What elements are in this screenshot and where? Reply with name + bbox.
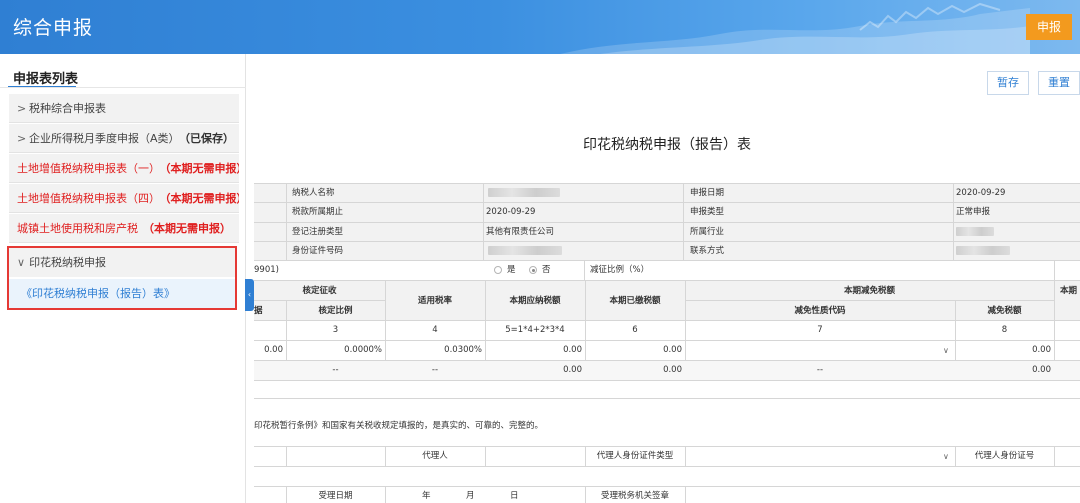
row1-payable: 0.00 — [563, 345, 582, 355]
col-reduction-amount-header: 减免税额 — [987, 306, 1022, 316]
reduction-ratio-label: 减征比例（%） — [590, 265, 650, 275]
row1-basis: 0.00 — [264, 345, 283, 355]
sidebar-item-stamp-tax[interactable]: ∨ 印花税纳税申报 — [9, 248, 235, 277]
reduction-no-radio[interactable] — [529, 266, 537, 274]
main-panel: 暂存 重置 印花税纳税申报（报告）表 纳税人名称 申报日期 2020-09-29… — [254, 54, 1080, 503]
chevron-right-icon: > — [17, 132, 27, 145]
row2-rate: -- — [431, 365, 439, 375]
status-badge: （已保存） — [184, 132, 235, 145]
col-paid-header: 本期已缴税额 — [609, 296, 661, 306]
chevron-down-icon: ∨ — [17, 256, 26, 269]
chevron-down-icon: ∨ — [943, 346, 949, 355]
contact-label: 联系方式 — [690, 246, 725, 256]
reg-type-value: 其他有限责任公司 — [486, 227, 555, 237]
status-badge: （本期无需申报） — [143, 222, 231, 235]
sidebar-group-stamp-tax: ∨ 印花税纳税申报 《印花税纳税申报（报告）表》 — [7, 246, 237, 310]
reduction-code-tail: 9901) — [254, 265, 279, 275]
accept-authority-label: 受理税务机关签章 — [600, 491, 669, 501]
col-basis-header: 据 — [254, 306, 263, 316]
chevron-right-icon: > — [17, 102, 27, 115]
status-badge: （本期无需申报） — [165, 192, 239, 205]
reduction-yes-radio[interactable] — [494, 266, 502, 274]
accept-date-label: 受理日期 — [318, 491, 353, 501]
app-title: 综合申报 — [13, 17, 94, 39]
industry-label: 所属行业 — [690, 227, 725, 237]
col-rate-header: 适用税率 — [417, 296, 452, 306]
declaration-text: 印花税暂行条例》和国家有关税收规定填报的，是真实的、可靠的、完整的。 — [254, 421, 544, 431]
row2-reduction-amount: 0.00 — [1032, 365, 1051, 375]
industry-value — [956, 227, 994, 236]
sidebar-item-land-vat-1[interactable]: 土地增值税纳税申报表（一）（本期无需申报） — [9, 154, 239, 183]
declare-type-value: 正常申报 — [956, 207, 991, 217]
row1-verified-ratio: 0.0000% — [344, 345, 382, 355]
reduction-yes-label: 是 — [507, 265, 516, 275]
sidebar-item-stamp-tax-form[interactable]: 《印花税纳税申报（报告）表》 — [9, 279, 235, 308]
declare-date-label: 申报日期 — [690, 188, 725, 198]
sidebar-collapse-icon[interactable]: ‹ — [245, 279, 254, 311]
row1-rate: 0.0300% — [444, 345, 482, 355]
col-verified-header: 核定征收 — [302, 286, 337, 296]
agent-label: 代理人 — [422, 451, 448, 461]
sidebar-divider — [0, 87, 246, 88]
row2-verified-ratio: -- — [332, 365, 339, 375]
row2-reduction-code: -- — [816, 365, 824, 375]
col-reduction-code-header: 减免性质代码 — [794, 306, 846, 316]
agent-id-type-label: 代理人身份证件类型 — [596, 451, 674, 461]
sidebar-item-land-vat-4[interactable]: 土地增值税纳税申报表（四）（本期无需申报） — [9, 184, 239, 213]
submit-button[interactable]: 申报 — [1026, 14, 1072, 40]
row1-reduction-amount: 0.00 — [1032, 345, 1051, 355]
row2-paid: 0.00 — [663, 365, 682, 375]
great-wall-decoration-icon — [560, 2, 1030, 54]
reset-button[interactable]: 重置 — [1038, 71, 1080, 95]
contact-value — [956, 246, 1010, 255]
row2-payable: 0.00 — [563, 365, 582, 375]
agent-id-type-select[interactable]: ∨ — [686, 447, 954, 466]
sidebar-item-land-use-property-tax[interactable]: 城镇土地使用税和房产税 （本期无需申报） — [9, 214, 239, 243]
row1-reduction-code-select[interactable]: ∨ — [686, 341, 954, 360]
col-reduction-header: 本期减免税额 — [843, 286, 895, 296]
sidebar: 申报表列表 > 税种综合申报表 > 企业所得税月季度申报（A类） （已保存） 土地增值… — [0, 54, 246, 503]
sidebar-title: 申报表列表 — [13, 72, 79, 87]
sidebar-item-tax-comprehensive[interactable]: > 税种综合申报表 — [9, 94, 239, 123]
col-payable-header: 本期应纳税额 — [509, 296, 561, 306]
col-verified-ratio-header: 核定比例 — [318, 306, 353, 316]
row1-paid-input[interactable]: 0.00 — [585, 340, 685, 360]
id-value — [488, 246, 562, 255]
taxpayer-name-label: 纳税人名称 — [292, 188, 335, 198]
agent-id-label: 代理人身份证号 — [974, 451, 1035, 461]
form-title: 印花税纳税申报（报告）表 — [583, 137, 751, 153]
status-badge: （本期无需申报） — [165, 162, 239, 175]
taxpayer-name-value — [488, 188, 560, 197]
col-next-header: 本期 — [1060, 286, 1078, 296]
sidebar-item-corporate-income-tax[interactable]: > 企业所得税月季度申报（A类） （已保存） — [9, 124, 239, 153]
reduction-no-label: 否 — [542, 265, 551, 275]
declare-type-label: 申报类型 — [690, 207, 725, 217]
app-header: 综合申报 申报 — [0, 0, 1080, 54]
reg-type-label: 登记注册类型 — [292, 227, 344, 237]
save-draft-button[interactable]: 暂存 — [987, 71, 1029, 95]
declare-date-value: 2020-09-29 — [956, 188, 1006, 198]
period-end-label: 税款所属期止 — [292, 207, 344, 217]
period-end-value: 2020-09-29 — [486, 207, 536, 217]
id-label: 身份证件号码 — [292, 246, 344, 256]
chevron-down-icon: ∨ — [943, 452, 949, 461]
